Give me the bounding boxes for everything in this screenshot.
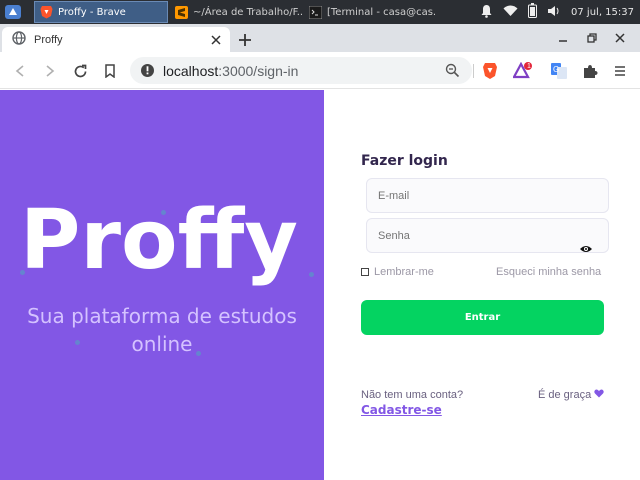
- free-note: É de graça: [538, 389, 604, 401]
- tagline-line-1: Sua plataforma de estudos: [27, 304, 297, 328]
- taskbar-task-label: Proffy - Brave: [58, 6, 126, 18]
- taskbar-task-editor[interactable]: ~/Área de Trabalho/F...: [170, 1, 302, 23]
- page-content: Proffy Sua plataforma de estudos online …: [0, 90, 640, 480]
- new-tab-button[interactable]: [236, 31, 254, 49]
- password-field[interactable]: [366, 218, 609, 253]
- browser-toolbar: localhost:3000/sign-in 1 G: [0, 52, 640, 89]
- brave-shields-icon[interactable]: [480, 61, 500, 81]
- brave-icon: [39, 5, 53, 19]
- hero-panel: Proffy Sua plataforma de estudos online: [0, 90, 324, 480]
- toolbar-divider: [473, 64, 474, 78]
- no-account-text: Não tem uma conta?: [361, 389, 464, 401]
- forward-arrow-icon[interactable]: [40, 61, 60, 81]
- rewards-badge: 1: [527, 63, 531, 70]
- notification-bell-icon[interactable]: [480, 4, 493, 21]
- show-password-eye-icon[interactable]: [579, 244, 593, 254]
- address-bar[interactable]: localhost:3000/sign-in: [130, 57, 472, 84]
- brave-rewards-icon[interactable]: 1: [513, 61, 533, 81]
- site-info-icon[interactable]: [140, 63, 155, 82]
- zoom-icon[interactable]: [445, 63, 460, 82]
- volume-icon[interactable]: [547, 5, 561, 20]
- browser-tab-proffy[interactable]: Proffy: [2, 27, 230, 52]
- bookmark-icon[interactable]: [100, 61, 120, 81]
- svg-text:G: G: [553, 65, 559, 74]
- logo-text: Proffy: [20, 202, 298, 288]
- system-tray: 07 jul, 15:37: [480, 0, 640, 24]
- back-arrow-icon[interactable]: [10, 61, 30, 81]
- os-taskbar: Proffy - Brave ~/Área de Trabalho/F... […: [0, 0, 640, 24]
- close-window-icon[interactable]: [612, 30, 628, 46]
- url-text[interactable]: localhost:3000/sign-in: [163, 63, 298, 79]
- taskbar-task-terminal[interactable]: [Terminal - casa@cas...: [304, 1, 436, 23]
- email-field[interactable]: [366, 178, 609, 213]
- browser-tab-strip: Proffy: [0, 24, 640, 52]
- app-menu-icon[interactable]: [4, 3, 22, 21]
- login-panel: Fazer login Lembrar-me Esqueci minha sen…: [324, 90, 640, 480]
- remember-me-label: Lembrar-me: [374, 266, 434, 278]
- login-title: Fazer login: [361, 153, 448, 169]
- close-tab-icon[interactable]: [208, 32, 224, 48]
- url-host: localhost: [163, 63, 219, 79]
- reload-icon[interactable]: [70, 61, 90, 81]
- taskbar-task-label: [Terminal - casa@cas...: [327, 6, 436, 18]
- globe-icon: [12, 30, 26, 49]
- signup-link[interactable]: Cadastre-se: [361, 403, 442, 417]
- hero-tagline: Sua plataforma de estudos online: [0, 302, 324, 358]
- sublime-icon: [174, 5, 188, 19]
- clock[interactable]: 07 jul, 15:37: [571, 7, 634, 18]
- extensions-puzzle-icon[interactable]: [580, 61, 600, 81]
- translate-icon[interactable]: G: [549, 61, 569, 81]
- tagline-line-2: online: [131, 332, 193, 356]
- terminal-icon: [308, 5, 322, 19]
- restore-window-icon[interactable]: [584, 30, 600, 46]
- wifi-icon[interactable]: [503, 5, 518, 20]
- free-label: É de graça: [538, 389, 592, 401]
- tab-title: Proffy: [34, 33, 63, 46]
- taskbar-task-label: ~/Área de Trabalho/F...: [193, 6, 302, 18]
- remember-me[interactable]: Lembrar-me: [361, 266, 434, 278]
- battery-icon[interactable]: [528, 3, 538, 21]
- login-submit-button[interactable]: Entrar: [361, 300, 604, 335]
- forgot-password-link[interactable]: Esqueci minha senha: [496, 266, 601, 278]
- heart-icon: [594, 389, 604, 401]
- remember-me-checkbox[interactable]: [361, 268, 369, 276]
- taskbar-task-brave[interactable]: Proffy - Brave: [34, 1, 168, 23]
- proffy-logo: Proffy: [20, 202, 298, 288]
- decorative-dot: [309, 272, 314, 277]
- minimize-window-icon[interactable]: [555, 30, 571, 46]
- menu-hamburger-icon[interactable]: [610, 61, 630, 81]
- url-path: :3000/sign-in: [218, 63, 299, 79]
